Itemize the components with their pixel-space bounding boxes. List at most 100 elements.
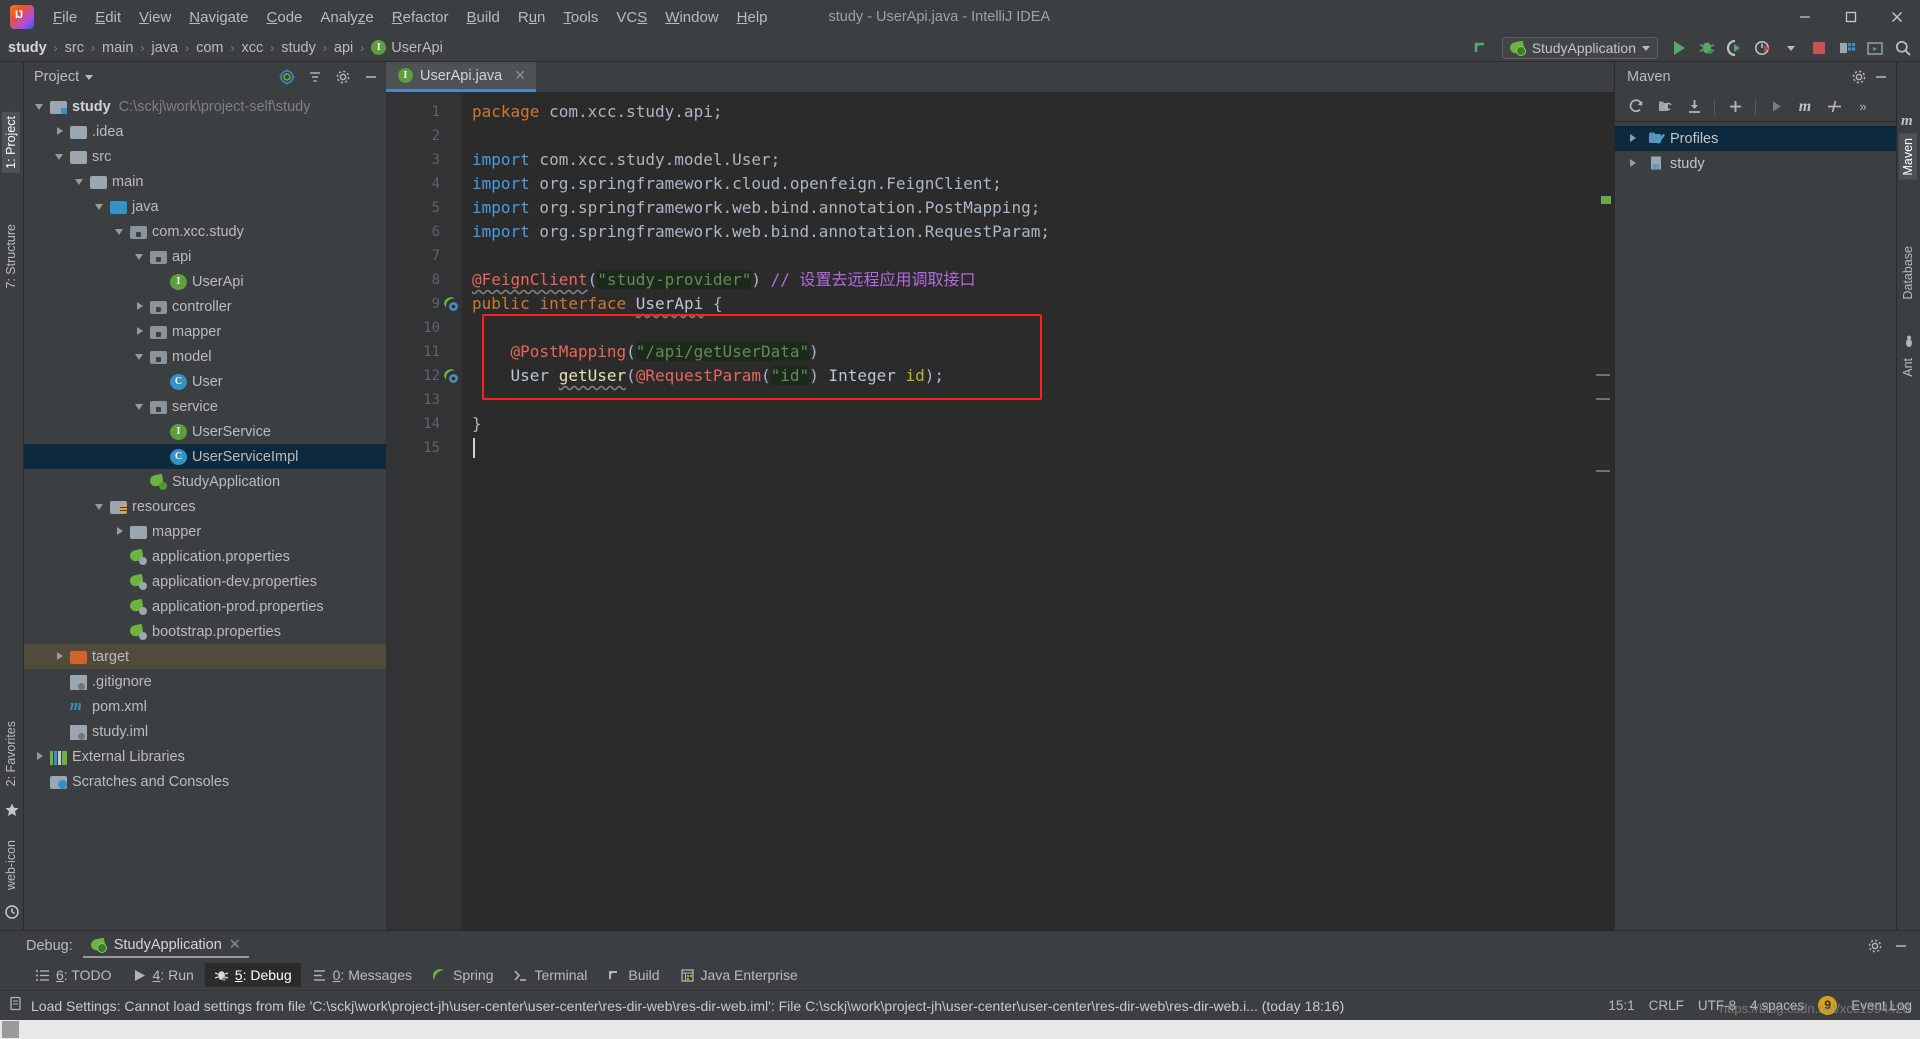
- line-number-10[interactable]: 10: [386, 316, 462, 340]
- star-icon[interactable]: [4, 802, 20, 818]
- tool-tab-run[interactable]: 4: Run: [123, 963, 203, 987]
- chevron-down-icon[interactable]: [85, 74, 94, 80]
- run-configuration-selector[interactable]: StudyApplication: [1501, 37, 1658, 59]
- line-number-15[interactable]: 15: [386, 436, 462, 460]
- tree-item-com-xcc-study[interactable]: com.xcc.study: [24, 219, 386, 244]
- hide-panel-icon[interactable]: [1870, 66, 1892, 88]
- menu-refactor[interactable]: Refactor: [383, 6, 458, 29]
- tree-item-study[interactable]: study C:\sckj\work\project-self\study: [24, 94, 386, 119]
- tree-item-external-libraries[interactable]: External Libraries: [24, 744, 386, 769]
- fold-marker-icon[interactable]: [1596, 374, 1610, 376]
- tree-item-study-iml[interactable]: study.iml: [24, 719, 386, 744]
- chevron-down-icon[interactable]: [134, 400, 147, 413]
- breadcrumb-src[interactable]: src: [65, 40, 84, 56]
- status-message[interactable]: Load Settings: Cannot load settings from…: [31, 998, 1344, 1014]
- source-code[interactable]: package com.xcc.study.api; import com.xc…: [462, 92, 1614, 930]
- sidebar-item-structure[interactable]: 7: Structure: [2, 220, 20, 293]
- sidebar-item-database[interactable]: Database: [1899, 242, 1917, 304]
- code-line-13[interactable]: [462, 388, 1614, 412]
- tool-tab-debug[interactable]: 5: Debug: [204, 963, 301, 987]
- chevron-right-icon[interactable]: [34, 750, 47, 763]
- profiler-icon[interactable]: [1750, 36, 1776, 60]
- sidebar-item-ant[interactable]: Ant: [1899, 354, 1917, 381]
- code-line-5[interactable]: import org.springframework.web.bind.anno…: [462, 196, 1614, 220]
- run-button[interactable]: [1666, 36, 1692, 60]
- toggle-offline-icon[interactable]: [1821, 95, 1847, 119]
- tree-item-idea[interactable]: .idea: [24, 119, 386, 144]
- line-number-6[interactable]: 6: [386, 220, 466, 244]
- menu-build[interactable]: Build: [457, 6, 508, 29]
- menu-help[interactable]: Help: [728, 6, 777, 29]
- project-structure-icon[interactable]: [1834, 36, 1860, 60]
- maven-tree-item-study[interactable]: m study: [1615, 151, 1896, 176]
- line-number-12[interactable]: 12: [386, 364, 462, 388]
- chevron-down-icon[interactable]: [54, 150, 67, 163]
- menu-run[interactable]: Run: [509, 6, 555, 29]
- tree-item-java[interactable]: java: [24, 194, 386, 219]
- spring-bean-gutter-icon[interactable]: [443, 368, 459, 384]
- terminal-icon[interactable]: [1862, 36, 1888, 60]
- tree-item-application-properties[interactable]: application.properties: [24, 544, 386, 569]
- minimize-button[interactable]: [1782, 0, 1828, 34]
- tree-item-resources[interactable]: resources: [24, 494, 386, 519]
- chevron-down-icon[interactable]: [134, 250, 147, 263]
- reimport-icon[interactable]: [1623, 95, 1649, 119]
- tool-tab-messages[interactable]: 0: Messages: [303, 963, 421, 987]
- sidebar-item-web[interactable]: web-icon: [2, 836, 20, 894]
- chevron-right-icon[interactable]: [54, 125, 67, 138]
- menu-tools[interactable]: Tools: [554, 6, 607, 29]
- chevron-right-icon[interactable]: [1627, 157, 1640, 170]
- chevron-right-icon[interactable]: [1627, 132, 1640, 145]
- tree-item-bootstrap-properties[interactable]: bootstrap.properties: [24, 619, 386, 644]
- tool-tab-terminal[interactable]: Terminal: [504, 963, 596, 987]
- hide-panel-icon[interactable]: [1890, 935, 1912, 957]
- tool-tab-java-enterprise[interactable]: Java Enterprise: [671, 963, 807, 987]
- hide-panel-icon[interactable]: [360, 66, 382, 88]
- line-number-11[interactable]: 11: [386, 340, 462, 364]
- breadcrumb-study[interactable]: study: [8, 40, 47, 56]
- tree-item-model[interactable]: model: [24, 344, 386, 369]
- tool-tab-spring[interactable]: Spring: [423, 963, 502, 987]
- breadcrumb-com[interactable]: com: [196, 40, 223, 56]
- tree-item-studyapplication[interactable]: StudyApplication: [24, 469, 386, 494]
- line-number-9[interactable]: 9: [386, 292, 462, 316]
- line-number-8[interactable]: 8: [386, 268, 462, 292]
- line-number-3[interactable]: 3−: [386, 148, 476, 172]
- gear-icon[interactable]: [1864, 935, 1886, 957]
- tree-item-mapper[interactable]: mapper: [24, 519, 386, 544]
- editor-tab-userapi[interactable]: I UserApi.java ✕: [386, 62, 536, 92]
- menu-vcs[interactable]: VCS: [607, 6, 656, 29]
- tree-item-api[interactable]: api: [24, 244, 386, 269]
- tree-item-userservice[interactable]: I UserService: [24, 419, 386, 444]
- caret-position[interactable]: 15:1: [1608, 998, 1634, 1013]
- execute-maven-goal-icon[interactable]: m: [1792, 95, 1818, 119]
- tree-item-application-prod-properties[interactable]: application-prod.properties: [24, 594, 386, 619]
- tree-item-scratches-and-consoles[interactable]: Scratches and Consoles: [24, 769, 386, 794]
- line-number-gutter[interactable]: 123−456789101112131415: [386, 92, 476, 930]
- line-number-1[interactable]: 1: [386, 100, 462, 124]
- menu-edit[interactable]: Edit: [86, 6, 130, 29]
- code-line-1[interactable]: package com.xcc.study.api;: [462, 100, 1614, 124]
- project-tree[interactable]: study C:\sckj\work\project-self\study .ide…: [24, 92, 386, 930]
- chevron-right-icon[interactable]: [134, 300, 147, 313]
- fold-marker-icon[interactable]: [1596, 398, 1610, 400]
- line-number-13[interactable]: 13: [386, 388, 462, 412]
- tree-item-service[interactable]: service: [24, 394, 386, 419]
- expand-toolbar-icon[interactable]: »: [1850, 95, 1876, 119]
- download-sources-icon[interactable]: [1681, 95, 1707, 119]
- line-number-14[interactable]: 14: [386, 412, 462, 436]
- menu-view[interactable]: View: [130, 6, 180, 29]
- tool-tab-build[interactable]: Build: [598, 963, 668, 987]
- breadcrumb-api[interactable]: api: [334, 40, 353, 56]
- run-with-coverage-icon[interactable]: [1722, 36, 1748, 60]
- chevron-right-icon[interactable]: [114, 525, 127, 538]
- taskbar-icon[interactable]: [2, 1021, 19, 1038]
- tree-item-user[interactable]: C User: [24, 369, 386, 394]
- line-number-5[interactable]: 5: [386, 196, 462, 220]
- chevron-right-icon[interactable]: [54, 650, 67, 663]
- sidebar-item-favorites[interactable]: 2: Favorites: [2, 717, 20, 790]
- code-line-14[interactable]: }: [462, 412, 1614, 436]
- chevron-down-icon[interactable]: [134, 350, 147, 363]
- code-line-4[interactable]: import org.springframework.cloud.openfei…: [462, 172, 1614, 196]
- add-maven-project-icon[interactable]: [1722, 95, 1748, 119]
